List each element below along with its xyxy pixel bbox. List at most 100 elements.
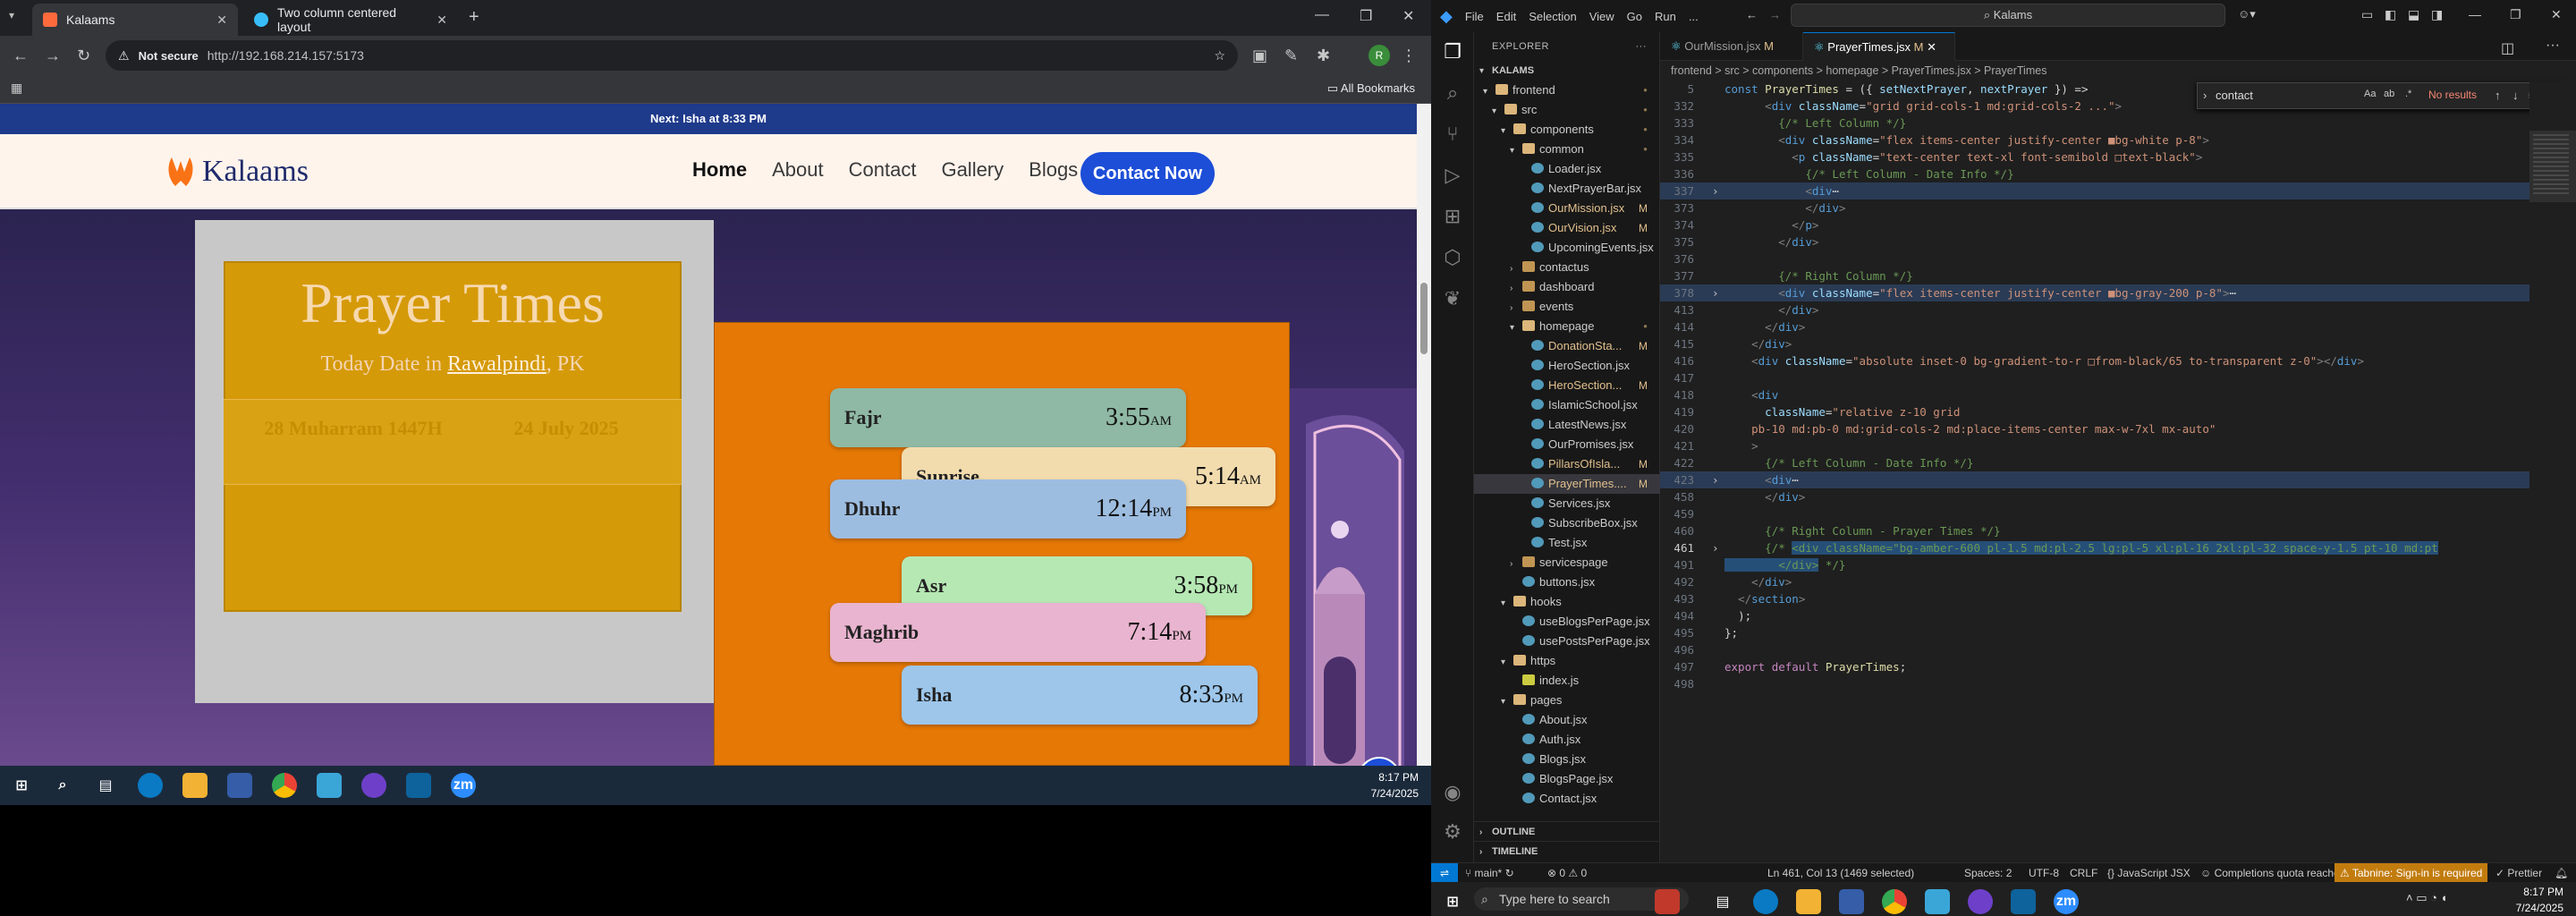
menu-go[interactable]: Go (1627, 10, 1642, 23)
profile-avatar[interactable]: R (1368, 45, 1390, 66)
code-line[interactable]: 416 <div className="absolute inset-0 bg-… (1660, 352, 2555, 369)
url-text[interactable]: http://192.168.214.157:5173 (208, 48, 364, 63)
tab-two-column[interactable]: Two column centered layout ✕ (243, 4, 458, 36)
language-mode[interactable]: {} JavaScript JSX (2107, 863, 2190, 883)
close-window-icon[interactable]: ✕ (1402, 7, 1414, 25)
code-line[interactable]: 374 </p> (1660, 216, 2555, 233)
code-line[interactable]: 491 </div> */} (1660, 556, 2555, 573)
run-debug-icon[interactable]: ▷ (1440, 163, 1465, 188)
nav-gallery[interactable]: Gallery (941, 158, 1004, 182)
settings-gear-icon[interactable]: ⚙ (1440, 819, 1465, 844)
tree-file[interactable]: LatestNews.jsx (1474, 415, 1660, 435)
breadcrumb[interactable]: frontend > src > components > homepage >… (1660, 61, 2576, 81)
code-line[interactable]: 377 {/* Right Column */} (1660, 267, 2555, 284)
git-branch[interactable]: ⑂ main* ↻ (1465, 863, 1514, 883)
all-bookmarks[interactable]: ▭ All Bookmarks (1327, 81, 1415, 96)
tree-folder[interactable]: › events (1474, 297, 1660, 317)
file-explorer-icon[interactable] (1796, 889, 1821, 914)
code-line[interactable]: 421 > (1660, 437, 2555, 454)
prev-match-icon[interactable]: ↑ (2495, 89, 2501, 102)
edge-icon[interactable] (1753, 889, 1778, 914)
menu-selection[interactable]: Selection (1529, 10, 1576, 23)
tree-folder[interactable]: ▾ frontend ● (1474, 81, 1660, 100)
app-icon[interactable] (317, 773, 342, 798)
code-line[interactable]: 422 {/* Left Column - Date Info */} (1660, 454, 2555, 471)
indentation[interactable]: Spaces: 2 (1964, 863, 2012, 883)
tree-file[interactable]: OurMission.jsx M (1474, 199, 1660, 218)
remote-icon[interactable]: ⬡ (1440, 245, 1465, 270)
code-editor[interactable]: 5 const PrayerTimes = ({ setNextPrayer, … (1660, 81, 2555, 859)
prettier-status[interactable]: ✓ Prettier (2496, 863, 2542, 883)
tree-folder[interactable]: › servicespage (1474, 553, 1660, 572)
code-line[interactable]: 460 {/* Right Column - Prayer Times */} (1660, 522, 2555, 539)
code-line[interactable]: 419 className="relative z-10 grid (1660, 403, 2555, 420)
tree-file[interactable]: HeroSection.jsx (1474, 356, 1660, 376)
tree-file[interactable]: index.js (1474, 671, 1660, 691)
page-scrollbar[interactable] (1417, 104, 1431, 766)
page-scroll-thumb[interactable] (1420, 283, 1428, 354)
vscode-icon[interactable] (2011, 889, 2036, 914)
tree-file[interactable]: OurPromises.jsx (1474, 435, 1660, 454)
code-line[interactable]: 420 pb-10 md:pb-0 md:grid-cols-2 md:plac… (1660, 420, 2555, 437)
code-line[interactable]: 418 <div (1660, 386, 2555, 403)
restore-icon[interactable]: ❐ (1360, 7, 1372, 25)
zoom-icon[interactable]: zm (2054, 889, 2079, 914)
fold-chevron-icon[interactable]: › (1712, 539, 1724, 556)
address-bar[interactable]: ⚠ Not secure http://192.168.214.157:5173… (106, 40, 1238, 71)
code-line[interactable]: 375 </div> (1660, 233, 2555, 250)
puzzle-icon[interactable]: ✱ (1317, 47, 1330, 64)
taskbar-clock[interactable]: 8:17 PM 7/24/2025 (2516, 884, 2563, 916)
tree-folder[interactable]: ▾ components ● (1474, 120, 1660, 140)
tree-file[interactable]: PillarsOfIsla... M (1474, 454, 1660, 474)
nav-blogs[interactable]: Blogs (1029, 158, 1078, 182)
workspace-root[interactable]: ▾ KALAMS (1474, 61, 1660, 81)
aux-bar-icon[interactable]: ◨ (2431, 7, 2443, 22)
tree-file[interactable]: BlogsPage.jsx (1474, 769, 1660, 789)
next-match-icon[interactable]: ↓ (2512, 89, 2519, 102)
menu-moremoremore[interactable]: ... (1689, 10, 1699, 23)
fold-chevron-icon[interactable]: › (1712, 471, 1724, 488)
chrome-icon[interactable] (272, 773, 297, 798)
code-line[interactable]: 458 </div> (1660, 488, 2555, 505)
tab-prayertimes[interactable]: ⚛ PrayerTimes.jsx M ✕ (1803, 32, 1955, 61)
code-line[interactable]: 334 <div className="flex items-center ju… (1660, 131, 2555, 148)
notifications-icon[interactable]: 🔔︎ (2555, 863, 2568, 883)
tree-folder[interactable]: › contactus (1474, 258, 1660, 277)
fold-chevron-icon[interactable]: › (1712, 182, 1724, 199)
chrome-icon[interactable] (1882, 889, 1907, 914)
copilot-icon[interactable]: ☺▾ (2238, 7, 2256, 21)
tab-kalaams[interactable]: Kalaams ✕ (32, 4, 238, 36)
code-line[interactable]: 417 (1660, 369, 2555, 386)
menu-file[interactable]: File (1465, 10, 1484, 23)
restore-icon[interactable]: ❐ (2510, 7, 2521, 22)
tree-file[interactable]: useBlogsPerPage.jsx (1474, 612, 1660, 632)
file-explorer-icon[interactable] (182, 773, 208, 798)
tree-file[interactable]: HeroSection... M (1474, 376, 1660, 395)
task-view-icon[interactable]: ▤ (93, 773, 118, 798)
leaf-icon[interactable]: ❦ (1440, 286, 1465, 311)
tree-folder[interactable]: ▾ https (1474, 651, 1660, 671)
tree-file[interactable]: SubscribeBox.jsx (1474, 513, 1660, 533)
taskbar-clock[interactable]: 8:17 PM 7/24/2025 (1371, 769, 1419, 802)
extension-icon[interactable]: ▣ (1252, 47, 1267, 64)
minimize-icon[interactable]: — (1315, 7, 1329, 23)
code-line[interactable]: 492 </div> (1660, 573, 2555, 590)
find-input[interactable]: contact (2216, 89, 2359, 102)
code-line[interactable]: 335 <p className="text-center text-xl fo… (1660, 148, 2555, 165)
layout-icon[interactable]: ▭ (2361, 7, 2373, 22)
code-line[interactable]: 498 (1660, 675, 2555, 692)
command-center[interactable]: ⌕ Kalams (1791, 4, 2225, 27)
task-view-icon[interactable]: ▤ (1710, 889, 1735, 914)
close-icon[interactable]: ✕ (436, 13, 447, 28)
panel-toggle-icon[interactable]: ⬓ (2408, 7, 2419, 22)
contact-now-button[interactable]: Contact Now (1080, 152, 1215, 195)
tree-file[interactable]: buttons.jsx (1474, 572, 1660, 592)
github-icon[interactable] (361, 773, 386, 798)
code-line[interactable]: 414 </div> (1660, 318, 2555, 335)
code-line[interactable]: 496 (1660, 641, 2555, 658)
cursor-position[interactable]: Ln 461, Col 13 (1469 selected) (1767, 863, 1914, 883)
tree-file[interactable]: Services.jsx (1474, 494, 1660, 513)
tree-file[interactable]: UpcomingEvents.jsx (1474, 238, 1660, 258)
tree-file[interactable]: Test.jsx (1474, 533, 1660, 553)
regex-icon[interactable]: .* (2405, 89, 2411, 99)
